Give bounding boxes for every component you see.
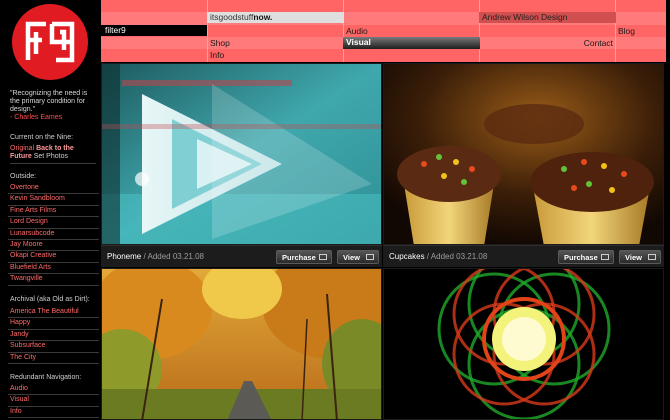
quote-attribution[interactable]: - Charles Eames bbox=[10, 114, 96, 122]
outside-link[interactable]: Jay Moore bbox=[8, 240, 99, 252]
redundant-link[interactable]: Audio bbox=[8, 384, 99, 396]
view-label: View bbox=[625, 253, 642, 262]
current-heading: Current on the Nine: bbox=[10, 134, 74, 141]
purchase-label: Purchase bbox=[564, 253, 598, 262]
outside-list: Overtone Kevin Sandbloom Fine Arts Films… bbox=[8, 183, 99, 286]
archival-link[interactable]: Happy bbox=[8, 318, 99, 330]
nav-author-link[interactable]: Andrew Wilson Design bbox=[479, 12, 616, 23]
site-brand[interactable]: itsgoodstuffnow. bbox=[207, 12, 344, 23]
nav-audio[interactable]: Audio bbox=[343, 25, 480, 37]
top-navigation: itsgoodstuffnow. Andrew Wilson Design fi… bbox=[101, 0, 666, 62]
autumn-road-photo bbox=[102, 269, 381, 419]
outside-link[interactable]: Kevin Sandbloom bbox=[8, 194, 99, 206]
current-link[interactable]: Original Back to the Future Set Photos bbox=[10, 145, 96, 164]
quote-text: "Recognizing the need is the primary con… bbox=[10, 90, 88, 113]
phoneme-image[interactable] bbox=[101, 63, 382, 245]
archival-heading: Archival (aka Old as Dirt): bbox=[10, 296, 90, 303]
spirograph-artwork bbox=[384, 269, 663, 419]
nav-row-1 bbox=[101, 0, 666, 12]
purchase-label: Purchase bbox=[282, 253, 316, 262]
phoneme-purchase-button[interactable]: Purchase bbox=[276, 250, 332, 264]
outside-link[interactable]: Bluefield Arts bbox=[8, 263, 99, 275]
phoneme-caption: Phoneme / Added 03.21.08 Purchase View bbox=[101, 245, 382, 267]
cupcakes-added-date: / Added 03.21.08 bbox=[424, 252, 488, 261]
phoneme-view-button[interactable]: View bbox=[337, 250, 379, 264]
view-label: View bbox=[343, 253, 360, 262]
outside-link[interactable]: Okapi Creative bbox=[8, 251, 99, 263]
redundant-heading: Redundant Navigation: bbox=[10, 374, 82, 381]
nav-shop[interactable]: Shop bbox=[207, 37, 344, 49]
cupcakes-view-button[interactable]: View bbox=[619, 250, 661, 264]
archival-list: America The Beautiful Happy Jandy Subsur… bbox=[8, 307, 99, 364]
design-quote: "Recognizing the need is the primary con… bbox=[10, 90, 96, 122]
nav-blog[interactable]: Blog bbox=[615, 25, 666, 37]
outside-link[interactable]: Lord Design bbox=[8, 217, 99, 229]
sidebar: "Recognizing the need is the primary con… bbox=[0, 0, 101, 420]
cupcakes-title[interactable]: Cupcakes bbox=[389, 252, 425, 261]
nav-visual[interactable]: Visual bbox=[343, 37, 480, 49]
cart-icon bbox=[601, 254, 609, 260]
cupcakes-purchase-button[interactable]: Purchase bbox=[558, 250, 614, 264]
redundant-link[interactable]: Info bbox=[8, 407, 99, 419]
f9-logo-icon bbox=[25, 21, 75, 63]
archival-link[interactable]: Jandy bbox=[8, 330, 99, 342]
cupcakes-caption: Cupcakes / Added 03.21.08 Purchase View bbox=[383, 245, 664, 267]
outside-link[interactable]: Fine Arts Films bbox=[8, 206, 99, 218]
archival-link[interactable]: Subsurface bbox=[8, 341, 99, 353]
site-logo-text[interactable]: filter9 bbox=[101, 25, 207, 36]
spirograph-image[interactable] bbox=[383, 268, 664, 420]
brand-suffix: now. bbox=[253, 12, 273, 22]
nav-row-5 bbox=[101, 49, 666, 62]
phoneme-title[interactable]: Phoneme bbox=[107, 252, 141, 261]
cart-icon bbox=[319, 254, 327, 260]
phoneme-artwork bbox=[102, 64, 381, 244]
filter9-logo[interactable] bbox=[12, 4, 88, 80]
nav-contact[interactable]: Contact bbox=[479, 37, 616, 49]
redundant-link[interactable]: Visual bbox=[8, 395, 99, 407]
current-suffix: Set Photos bbox=[31, 153, 68, 160]
brand-prefix: itsgoodstuff bbox=[210, 12, 254, 22]
current-prefix: Original bbox=[10, 145, 37, 152]
window-icon bbox=[366, 254, 374, 260]
archival-link[interactable]: The City bbox=[8, 353, 99, 364]
cupcakes-photo bbox=[384, 64, 663, 244]
archival-link[interactable]: America The Beautiful bbox=[8, 307, 99, 319]
outside-link[interactable]: Twangville bbox=[8, 274, 99, 286]
window-icon bbox=[648, 254, 656, 260]
outside-heading: Outside: bbox=[10, 173, 37, 180]
redundant-list: Audio Visual Info bbox=[8, 384, 99, 419]
autumn-road-image[interactable] bbox=[101, 268, 382, 420]
cupcakes-image[interactable] bbox=[383, 63, 664, 245]
outside-link[interactable]: Overtone bbox=[8, 183, 99, 195]
phoneme-added-date: / Added 03.21.08 bbox=[141, 252, 204, 261]
outside-link[interactable]: Lunarsubcode bbox=[8, 229, 99, 240]
nav-info[interactable]: Info bbox=[207, 49, 344, 61]
